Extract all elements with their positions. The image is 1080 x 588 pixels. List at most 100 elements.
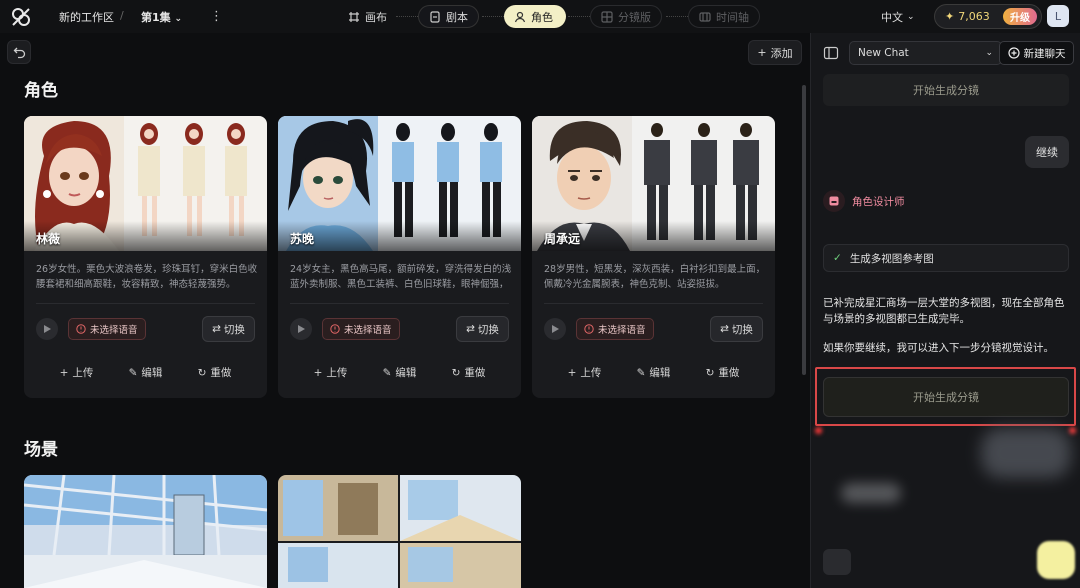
agent-name: 角色设计师 <box>852 195 905 208</box>
character-description: 24岁女主，黑色高马尾，额前碎发，穿洗得发白的浅蓝外卖制服、黑色工装裤、白色旧球… <box>290 264 512 290</box>
breadcrumb-episode[interactable]: 第1集 ⌄ <box>141 9 182 25</box>
tab-canvas[interactable]: 画布 <box>338 5 397 28</box>
upload-button[interactable]: + 上传 <box>60 365 94 380</box>
plus-icon: + <box>59 366 69 379</box>
chat-session-select[interactable]: New Chat ⌄ <box>849 41 1002 65</box>
plus-icon: + <box>757 46 767 59</box>
continue-message: 继续 <box>1025 136 1069 168</box>
step-connector <box>568 16 590 17</box>
voice-label: 未选择语音 <box>598 325 646 336</box>
timeline-icon <box>699 11 711 22</box>
pencil-icon: ✎ <box>128 366 138 379</box>
redo-button[interactable]: ↻ 重做 <box>198 365 232 380</box>
upload-label: 上传 <box>326 367 348 379</box>
swap-label: 切换 <box>731 323 753 336</box>
refresh-icon: ↻ <box>705 366 715 379</box>
credits-count: 7,063 <box>958 10 990 23</box>
play-voice-button[interactable] <box>290 318 312 340</box>
tab-character[interactable]: 角色 <box>504 5 566 28</box>
undo-arrow-icon <box>13 47 25 58</box>
play-voice-button[interactable] <box>544 318 566 340</box>
task-status[interactable]: ✓ 生成多视图参考图 <box>823 244 1069 272</box>
play-icon <box>552 325 559 333</box>
agent-icon <box>823 190 845 212</box>
swap-icon: ⇄ <box>466 323 475 335</box>
start-storyboard-button-top[interactable]: 开始生成分镜 <box>823 74 1069 106</box>
voice-label: 未选择语音 <box>344 325 392 336</box>
scrollbar[interactable] <box>802 85 806 375</box>
language-selector[interactable]: 中文 ⌄ <box>881 9 915 25</box>
edit-label: 编辑 <box>141 367 163 379</box>
attach-button[interactable] <box>823 549 851 575</box>
tab-character-label: 角色 <box>531 10 553 24</box>
voice-label: 未选择语音 <box>90 325 138 336</box>
sidebar-toggle-icon[interactable] <box>823 45 839 61</box>
canvas-icon <box>349 11 359 22</box>
edit-button[interactable]: ✎ 编辑 <box>383 365 417 380</box>
storyboard-icon <box>601 10 613 23</box>
swap-icon: ⇄ <box>212 323 221 335</box>
redo-button[interactable]: ↻ 重做 <box>452 365 486 380</box>
credits-badge[interactable]: ✦ 7,063 升级 <box>934 4 1042 29</box>
blurred-overlay <box>981 428 1071 478</box>
voice-select[interactable]: 未选择语音 <box>576 318 654 340</box>
red-glow <box>815 427 822 434</box>
tab-timeline[interactable]: 时间轴 <box>688 5 760 28</box>
breadcrumb-workspace[interactable]: 新的工作区 <box>59 9 114 25</box>
warning-icon <box>584 324 594 334</box>
character-description: 26岁女性。栗色大波浪卷发，珍珠耳钉，穿米白色收腰套裙和细高跟鞋，妆容精致，神态… <box>36 264 258 290</box>
scene-card[interactable] <box>24 475 267 588</box>
swap-button[interactable]: ⇄ 切换 <box>202 316 255 342</box>
red-glow <box>1069 427 1076 434</box>
chevron-down-icon: ⌄ <box>985 48 993 58</box>
play-icon <box>298 325 305 333</box>
start-storyboard-button[interactable]: 开始生成分镜 <box>823 377 1069 417</box>
character-icon <box>514 11 526 22</box>
scene-card[interactable] <box>278 475 521 588</box>
add-button[interactable]: + 添加 <box>748 40 802 65</box>
avatar[interactable]: L <box>1047 5 1069 27</box>
swap-icon: ⇄ <box>720 323 729 335</box>
scenes-heading: 场景 <box>24 440 58 460</box>
card-actions: + 上传 ✎ 编辑 ↻ 重做 <box>278 365 521 380</box>
back-button[interactable] <box>7 40 31 64</box>
redo-button[interactable]: ↻ 重做 <box>706 365 740 380</box>
script-icon <box>430 10 440 23</box>
plus-circle-icon <box>1007 47 1020 59</box>
upgrade-button[interactable]: 升级 <box>1003 8 1037 25</box>
pencil-icon: ✎ <box>636 366 646 379</box>
episode-label: 第1集 <box>141 11 171 24</box>
swap-button[interactable]: ⇄ 切换 <box>710 316 763 342</box>
pencil-icon: ✎ <box>382 366 392 379</box>
upload-button[interactable]: + 上传 <box>314 365 348 380</box>
character-image[interactable] <box>278 116 521 251</box>
tab-script[interactable]: 剧本 <box>418 5 479 28</box>
character-image[interactable] <box>24 116 267 251</box>
swap-button[interactable]: ⇄ 切换 <box>456 316 509 342</box>
breadcrumb-separator: / <box>120 9 124 22</box>
warning-icon <box>330 324 340 334</box>
assistant-message: 已补完成星汇商场一层大堂的多视图，现在全部角色与场景的多视图都已生成完毕。 <box>823 297 1065 325</box>
more-menu-icon[interactable]: ⋮ <box>210 9 223 24</box>
character-name: 周承远 <box>544 232 581 246</box>
plus-icon: + <box>313 366 323 379</box>
divider <box>36 303 255 304</box>
send-button[interactable] <box>1037 541 1075 579</box>
upload-label: 上传 <box>580 367 602 379</box>
new-chat-button[interactable]: 新建聊天 <box>999 41 1074 65</box>
upload-button[interactable]: + 上传 <box>568 365 602 380</box>
step-connector <box>482 16 504 17</box>
edit-button[interactable]: ✎ 编辑 <box>637 365 671 380</box>
edit-label: 编辑 <box>649 367 671 379</box>
character-card: 林薇 26岁女性。栗色大波浪卷发，珍珠耳钉，穿米白色收腰套裙和细高跟鞋，妆容精致… <box>24 116 267 398</box>
tab-storyboard[interactable]: 分镜版 <box>590 5 662 28</box>
voice-select[interactable]: 未选择语音 <box>68 318 146 340</box>
app-logo-icon[interactable] <box>10 6 32 28</box>
voice-select[interactable]: 未选择语音 <box>322 318 400 340</box>
play-voice-button[interactable] <box>36 318 58 340</box>
step-connector <box>666 16 688 17</box>
redo-label: 重做 <box>210 367 232 379</box>
chevron-down-icon: ⌄ <box>174 14 183 24</box>
edit-button[interactable]: ✎ 编辑 <box>129 365 163 380</box>
tab-script-label: 剧本 <box>446 10 468 24</box>
